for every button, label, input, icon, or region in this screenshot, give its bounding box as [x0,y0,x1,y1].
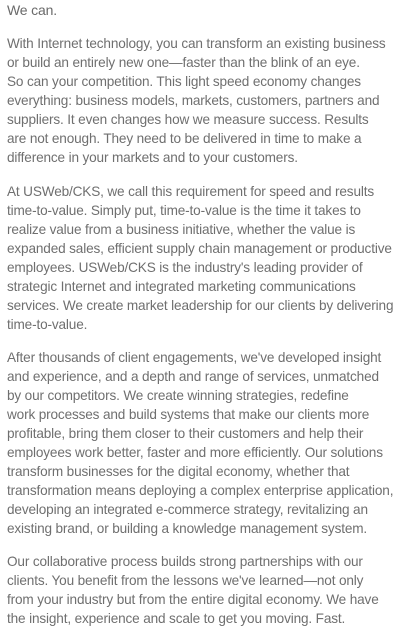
paragraph-time-to-value: At USWeb/CKS, we call this requirement f… [7,182,394,334]
paragraph-line: transformation means deploying a complex… [7,483,394,498]
paragraph-line: by our competitors. We create winning st… [7,388,349,403]
paragraph-line: work processes and build systems that ma… [7,407,370,422]
paragraph-line: existing brand, or building a knowledge … [7,521,368,536]
paragraph-line: services. We create market leadership fo… [7,298,394,313]
paragraph-line: time-to-value. [7,317,88,332]
paragraph-partnership: Our collaborative process builds strong … [7,552,392,628]
paragraph-line: or build an entirely new one—faster than… [7,55,360,70]
paragraph-line: realize value from a business initiative… [7,222,356,237]
paragraph-line: difference in your markets and to your c… [7,150,298,165]
paragraph-line: With Internet technology, you can transf… [7,36,386,51]
paragraph-line: strategic Internet and integrated market… [7,279,356,294]
paragraph-line: time-to-value. Simply put, time-to-value… [7,203,361,218]
paragraph-line: expanded sales, efficient supply chain m… [7,241,392,256]
page-heading: We can. [7,2,58,18]
paragraph-line: and experience, and a depth and range of… [7,369,379,384]
paragraph-line: the insight, experience and scale to get… [7,611,346,626]
paragraph-line: employees work better, faster and more e… [7,445,383,460]
paragraph-line: from your industry but from the entire d… [7,592,379,607]
paragraph-line: At USWeb/CKS, we call this requirement f… [7,184,375,199]
paragraph-line: Our collaborative process builds strong … [7,554,363,569]
paragraph-line: clients. You benefit from the lessons we… [7,573,364,588]
paragraph-line: So can your competition. This light spee… [7,74,361,89]
paragraph-line: suppliers. It even changes how we measur… [7,112,369,127]
document-page: We can. With Internet technology, you ca… [0,0,400,626]
paragraph-line: are not enough. They need to be delivere… [7,131,362,146]
paragraph-line: everything: business models, markets, cu… [7,93,380,108]
paragraph-line: transform businesses for the digital eco… [7,464,350,479]
paragraph-intro: With Internet technology, you can transf… [7,34,392,167]
paragraph-line: employees. USWeb/CKS is the industry's l… [7,260,363,275]
paragraph-line: After thousands of client engagements, w… [7,350,382,365]
paragraph-experience: After thousands of client engagements, w… [7,348,394,538]
paragraph-line: developing an integrated e-commerce stra… [7,502,368,517]
paragraph-line: profitable, bring them closer to their c… [7,426,364,441]
